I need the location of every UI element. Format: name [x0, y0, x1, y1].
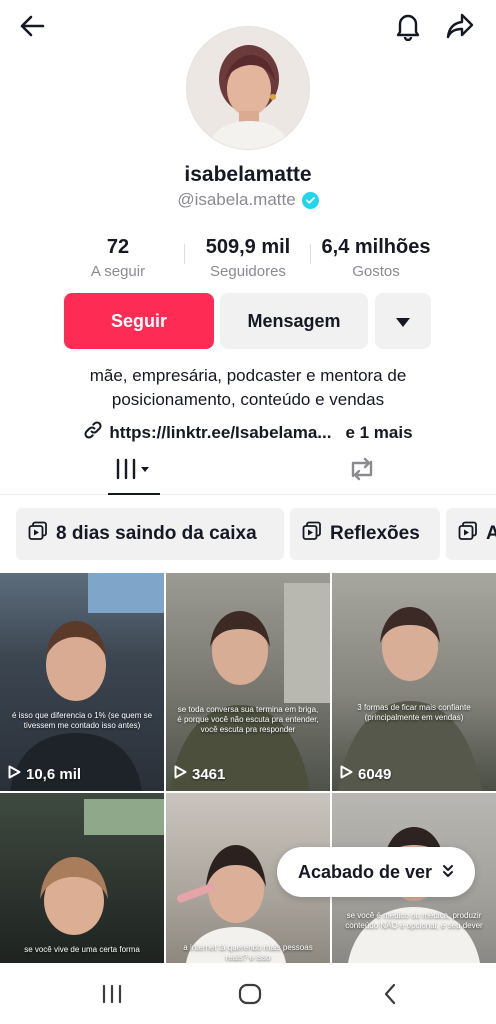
handle: @isabela.matte — [177, 190, 296, 209]
tab-reposts[interactable] — [282, 447, 442, 495]
bio: mãe, empresária, podcaster e mentora de … — [0, 364, 496, 412]
video-views: 3461 — [174, 765, 225, 783]
bio-link-row[interactable]: https://linktr.ee/Isabelama... e 1 mais — [0, 420, 496, 445]
video-caption: se toda conversa sua termina em briga, é… — [177, 705, 319, 734]
bio-line: posicionamento, conteúdo e vendas — [111, 390, 385, 409]
video-views: 6049 — [340, 765, 391, 783]
stat-value: 509,9 mil — [205, 236, 291, 258]
active-tab-indicator — [108, 493, 160, 495]
stats-divider — [184, 244, 185, 264]
avatar[interactable] — [186, 26, 310, 150]
stat-label: Seguidores — [210, 263, 286, 280]
tab-videos[interactable] — [54, 447, 214, 495]
video-caption: se você vive de uma certa forma — [24, 945, 140, 954]
play-icon — [174, 765, 187, 783]
verified-badge-icon — [301, 191, 319, 209]
follow-button[interactable]: Seguir — [64, 293, 214, 349]
handle-row: @isabela.matte — [0, 190, 496, 210]
playlist-label: 8 dias saindo da caixa — [56, 523, 257, 544]
video-grid: é isso que diferencia o 1% (se quem se t… — [0, 573, 496, 963]
bio-link[interactable]: https://linktr.ee/Isabelama... — [109, 423, 331, 443]
stat-following[interactable]: 72 A seguir — [56, 236, 180, 280]
recent-apps-icon[interactable] — [92, 981, 132, 1007]
double-chevron-down-icon — [442, 862, 454, 883]
home-icon[interactable] — [230, 981, 270, 1007]
bio-link-more[interactable]: e 1 mais — [345, 423, 412, 443]
caret-down-icon — [396, 311, 410, 332]
link-icon — [83, 420, 103, 445]
view-count: 3461 — [192, 765, 226, 783]
share-icon[interactable] — [442, 8, 478, 44]
playlist-chips: 8 dias saindo da caixa Reflexões A — [0, 508, 496, 560]
recently-watched-button[interactable]: Acabado de ver — [277, 847, 475, 897]
stat-label: Gostos — [352, 263, 400, 280]
bell-icon[interactable] — [390, 8, 426, 44]
playlist-icon — [302, 521, 322, 547]
stat-label: A seguir — [90, 263, 146, 280]
stat-value: 72 — [106, 236, 130, 258]
message-button[interactable]: Mensagem — [220, 293, 368, 349]
video-thumbnail[interactable]: se toda conversa sua termina em briga, é… — [166, 573, 330, 791]
repost-icon — [347, 456, 377, 487]
playlist-icon — [458, 521, 478, 547]
video-caption: 3 formas de ficar mais confiante (princi… — [357, 703, 471, 722]
playlist-chip[interactable]: 8 dias saindo da caixa — [16, 508, 284, 560]
video-thumbnail[interactable]: 3 formas de ficar mais confiante (princi… — [332, 573, 496, 791]
back-icon[interactable] — [370, 981, 410, 1007]
bio-line: mãe, empresária, podcaster e mentora de — [89, 366, 407, 385]
video-caption: se você é médico ou médica, produzir con… — [345, 911, 483, 930]
stat-value: 6,4 milhões — [321, 236, 431, 258]
video-thumbnail[interactable]: é isso que diferencia o 1% (se quem se t… — [0, 573, 164, 791]
back-arrow-icon[interactable] — [14, 8, 50, 44]
playlist-label: Reflexões — [330, 523, 420, 544]
video-caption: a internet tá querendo mais pessoas reai… — [183, 943, 313, 962]
playlist-icon — [28, 521, 48, 547]
playlist-label: A — [486, 523, 496, 544]
stat-followers[interactable]: 509,9 mil Seguidores — [184, 236, 312, 280]
play-icon — [8, 765, 21, 783]
stats-divider — [310, 244, 311, 264]
stat-likes[interactable]: 6,4 milhões Gostos — [310, 236, 442, 280]
profile-tabs — [0, 447, 496, 495]
play-icon — [340, 765, 353, 783]
username: isabelamatte — [184, 163, 312, 186]
profile-stats: 72 A seguir 509,9 mil Seguidores 6,4 mil… — [56, 236, 456, 282]
recently-watched-label: Acabado de ver — [297, 861, 433, 882]
view-count: 10,6 mil — [26, 765, 82, 783]
playlist-chip[interactable]: A — [446, 508, 496, 560]
video-caption: é isso que diferencia o 1% (se quem se t… — [11, 711, 153, 730]
view-count: 6049 — [358, 765, 392, 783]
system-nav-bar — [0, 963, 496, 1024]
video-views: 10,6 mil — [8, 765, 81, 783]
more-options-button[interactable] — [375, 293, 431, 349]
playlist-chip[interactable]: Reflexões — [290, 508, 440, 560]
grid-icon — [115, 458, 153, 485]
video-thumbnail[interactable]: se você vive de uma certa forma — [0, 793, 164, 963]
